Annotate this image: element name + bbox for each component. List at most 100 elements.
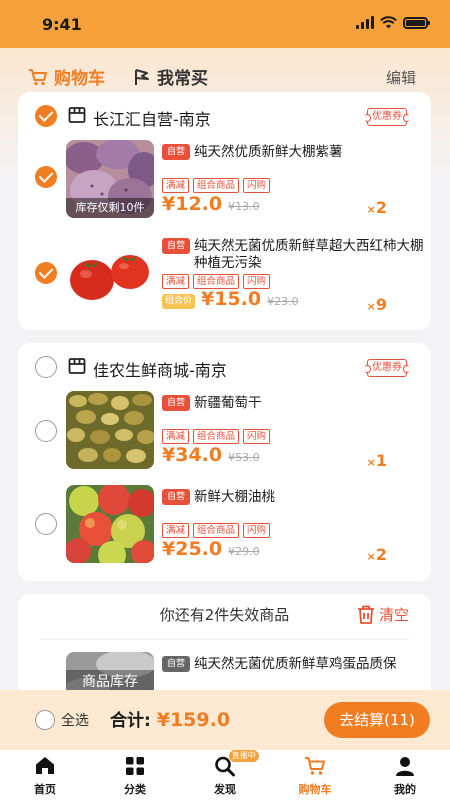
product-image[interactable] xyxy=(66,234,154,312)
self-operated-badge: 自营 xyxy=(162,656,190,672)
total-amount: ¥159.0 xyxy=(156,709,231,731)
bottom-tab-bar: 首页 分类 直播中 发现 购物车 我的 xyxy=(0,750,450,800)
select-all-label: 全选 xyxy=(61,713,89,729)
tab-profile-label: 我的 xyxy=(394,783,416,796)
raisins-image xyxy=(66,391,154,469)
store-checkbox[interactable] xyxy=(35,356,57,378)
quantity[interactable]: ×1 xyxy=(367,451,387,470)
battery-icon xyxy=(403,16,430,29)
top-tabs: 购物车 我常买 xyxy=(28,64,208,89)
signal-icon xyxy=(356,16,374,29)
select-all-checkbox[interactable] xyxy=(35,710,55,730)
self-operated-badge: 自营 xyxy=(162,489,190,505)
quantity-value: 2 xyxy=(375,545,387,564)
product-image[interactable] xyxy=(66,391,154,469)
tab-discover-label: 发现 xyxy=(214,783,236,796)
product-image[interactable]: 库存仅剩10件 xyxy=(66,140,154,218)
product-title[interactable]: 新疆葡萄干 xyxy=(194,395,424,412)
store-name[interactable]: 佳农生鲜商城-南京 xyxy=(93,357,227,381)
checkout-button[interactable]: 去结算(11) xyxy=(324,702,430,738)
flag-icon xyxy=(135,68,149,85)
edit-button[interactable]: 编辑 xyxy=(386,67,416,88)
item-checkbox[interactable] xyxy=(35,262,57,284)
promo-tags: 满减 组合商品 闪购 xyxy=(162,429,271,444)
quantity-prefix: × xyxy=(366,456,376,469)
original-price: ¥23.0 xyxy=(267,295,299,308)
product-title[interactable]: 纯天然优质新鲜大棚紫薯 xyxy=(194,144,424,161)
current-price: ¥12.0 xyxy=(162,193,223,215)
cart-icon xyxy=(305,757,325,775)
tab-home[interactable]: 首页 xyxy=(0,750,90,800)
tab-discover[interactable]: 直播中 发现 xyxy=(180,750,270,800)
tab-category-label: 分类 xyxy=(124,783,146,796)
trash-icon xyxy=(357,605,374,624)
clear-label: 清空 xyxy=(378,606,409,624)
self-operated-badge: 自营 xyxy=(162,144,190,160)
tomato-image xyxy=(66,234,154,312)
tab-cart[interactable]: 购物车 xyxy=(28,64,105,89)
tab-cart-bottom[interactable]: 购物车 xyxy=(270,750,360,800)
price-row: ¥25.0 ¥29.0 xyxy=(162,538,260,560)
tab-profile[interactable]: 我的 xyxy=(360,750,450,800)
quantity-value: 1 xyxy=(375,451,387,470)
nectarine-image xyxy=(66,485,154,563)
product-image[interactable] xyxy=(66,485,154,563)
store-icon xyxy=(68,358,86,374)
promo-tags: 满减 组合商品 闪购 xyxy=(162,178,271,193)
current-price: ¥25.0 xyxy=(162,538,223,560)
tab-cart-bottom-label: 购物车 xyxy=(298,783,332,796)
product-title[interactable]: 新鲜大棚油桃 xyxy=(194,489,424,506)
promo-tag: 组合商品 xyxy=(193,523,240,538)
checkout-bar: 全选 合计: ¥159.0 去结算(11) xyxy=(0,690,450,750)
promo-tag: 满减 xyxy=(162,274,190,289)
tab-cart-label: 购物车 xyxy=(54,69,105,89)
total: 合计: ¥159.0 xyxy=(110,706,230,731)
store-header: 佳农生鲜商城-南京 优惠券 xyxy=(18,353,431,383)
product-title[interactable]: 纯天然无菌优质新鲜草超大西红柿大棚种植无污染 xyxy=(194,238,424,272)
invalid-product-title: 纯天然无菌优质新鲜草鸡蛋品质保 xyxy=(194,656,397,672)
status-icons xyxy=(356,16,430,29)
quantity[interactable]: ×2 xyxy=(367,198,387,217)
tab-frequent-label: 我常买 xyxy=(157,69,208,89)
quantity[interactable]: ×9 xyxy=(367,295,387,314)
quantity-prefix: × xyxy=(366,203,376,216)
promo-tags: 满减 组合商品 闪购 xyxy=(162,523,271,538)
tab-category[interactable]: 分类 xyxy=(90,750,180,800)
original-price: ¥53.0 xyxy=(228,451,260,464)
promo-tags: 满减 组合商品 闪购 xyxy=(162,274,271,289)
promo-tag: 闪购 xyxy=(243,178,271,193)
promo-tag: 满减 xyxy=(162,178,190,193)
store-name[interactable]: 长江汇自营-南京 xyxy=(93,106,211,130)
coupon-button[interactable]: 优惠券 xyxy=(364,359,410,377)
quantity-prefix: × xyxy=(366,300,376,313)
store-icon xyxy=(68,107,86,123)
promo-tag: 闪购 xyxy=(243,523,271,538)
item-checkbox[interactable] xyxy=(35,420,57,442)
store-card: 长江汇自营-南京 优惠券 库存仅剩10件 自营 纯天然优质新鲜大棚紫薯 满减 组… xyxy=(18,92,431,330)
tab-frequent[interactable]: 我常买 xyxy=(133,64,208,89)
price-row: ¥12.0 ¥13.0 xyxy=(162,193,260,215)
total-label: 合计: xyxy=(110,711,151,731)
original-price: ¥29.0 xyxy=(228,545,260,558)
store-header: 长江汇自营-南京 优惠券 xyxy=(18,102,431,132)
item-checkbox[interactable] xyxy=(35,513,57,535)
category-icon xyxy=(126,757,144,775)
store-checkbox[interactable] xyxy=(35,105,57,127)
promo-tag: 组合商品 xyxy=(193,429,240,444)
quantity-value: 9 xyxy=(375,295,387,314)
stock-note: 库存仅剩10件 xyxy=(66,198,154,218)
promo-tag: 闪购 xyxy=(243,429,271,444)
coupon-button[interactable]: 优惠券 xyxy=(364,108,410,126)
divider xyxy=(40,639,409,640)
quantity-prefix: × xyxy=(366,550,376,563)
item-checkbox[interactable] xyxy=(35,166,57,188)
live-badge: 直播中 xyxy=(228,750,259,762)
promo-tag: 满减 xyxy=(162,523,190,538)
current-price: ¥15.0 xyxy=(201,288,262,310)
self-operated-badge: 自营 xyxy=(162,238,190,254)
status-bar: 9:41 xyxy=(0,0,450,48)
select-all[interactable]: 全选 xyxy=(35,710,89,730)
quantity[interactable]: ×2 xyxy=(367,545,387,564)
price-row: ¥15.0 ¥23.0 xyxy=(201,288,299,310)
clear-button[interactable]: 清空 xyxy=(357,604,409,625)
